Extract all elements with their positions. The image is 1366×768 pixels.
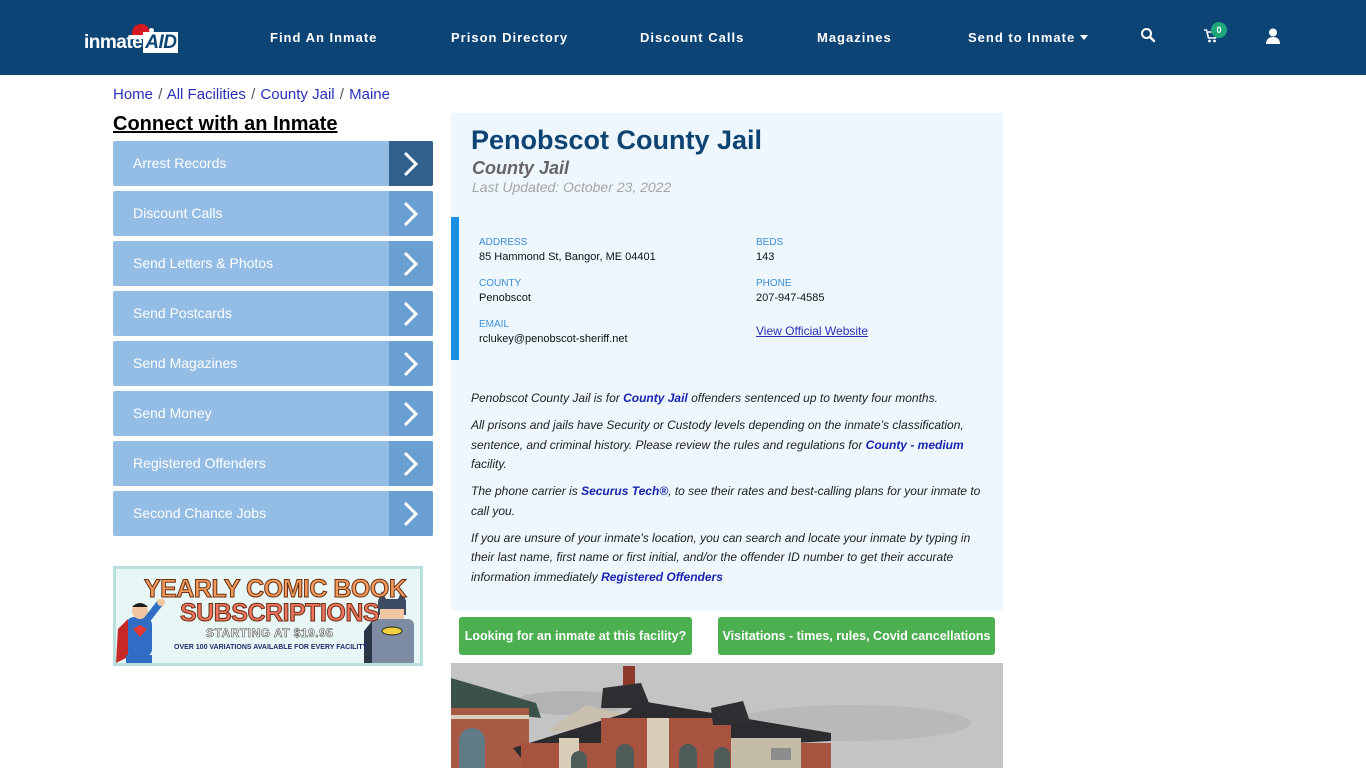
- breadcrumb-home[interactable]: Home: [113, 86, 153, 103]
- official-website-link[interactable]: View Official Website: [756, 324, 868, 338]
- breadcrumb-all-facilities[interactable]: All Facilities: [167, 86, 246, 103]
- sidebar-menu: Arrest Records Discount Calls Send Lette…: [113, 141, 433, 541]
- chevron-right-icon: [389, 241, 433, 286]
- logo-text: inmate AID: [84, 32, 179, 53]
- field-website: View Official Website: [756, 322, 868, 340]
- field-county: COUNTY Penobscot: [479, 278, 531, 304]
- facility-panel: Penobscot County Jail County Jail Last U…: [451, 113, 1003, 610]
- sidebar-item-label: Second Chance Jobs: [133, 505, 267, 521]
- sidebar-item-discount-calls[interactable]: Discount Calls: [113, 191, 433, 236]
- building-illustration: [451, 663, 1003, 768]
- address-label: ADDRESS: [479, 237, 528, 248]
- banner-headline-2: SUBSCRIPTIONS: [179, 599, 380, 628]
- sidebar-item-label: Send Magazines: [133, 355, 238, 371]
- sidebar-item-registered-offenders[interactable]: Registered Offenders: [113, 441, 433, 486]
- description-paragraph: If you are unsure of your inmate's locat…: [471, 530, 971, 584]
- visitations-button[interactable]: Visitations - times, rules, Covid cancel…: [718, 617, 995, 655]
- nav-find-an-inmate[interactable]: Find An Inmate: [270, 30, 377, 45]
- sidebar-item-second-chance-jobs[interactable]: Second Chance Jobs: [113, 491, 433, 536]
- chevron-right-icon: [389, 441, 433, 486]
- chevron-right-icon: [389, 491, 433, 536]
- facility-type: County Jail: [472, 158, 570, 178]
- site-logo[interactable]: inmate AID: [84, 22, 180, 58]
- description-paragraph: All prisons and jails have Security or C…: [471, 418, 964, 471]
- breadcrumb-maine[interactable]: Maine: [349, 86, 390, 103]
- last-updated: Last Updated: October 23, 2022: [472, 179, 672, 195]
- phone-value: 207-947-4585: [756, 292, 825, 304]
- nav-send-to-inmate[interactable]: Send to Inmate: [968, 30, 1089, 45]
- registered-offenders-link[interactable]: Registered Offenders: [601, 570, 723, 584]
- chevron-right-icon: [389, 341, 433, 386]
- top-navbar: inmate AID Find An Inmate Prison Director…: [0, 0, 1366, 75]
- banner-price: STARTING AT $19.95: [206, 626, 334, 641]
- chevron-right-icon: [389, 291, 433, 336]
- find-inmate-at-facility-button[interactable]: Looking for an inmate at this facility?: [459, 617, 692, 655]
- chevron-right-icon: [389, 191, 433, 236]
- address-value: 85 Hammond St, Bangor, ME 04401: [479, 251, 656, 263]
- breadcrumb-county-jail[interactable]: County Jail: [260, 86, 334, 103]
- county-jail-link[interactable]: County Jail: [623, 391, 688, 405]
- sidebar-item-label: Registered Offenders: [133, 455, 266, 471]
- phone-label: PHONE: [756, 278, 792, 289]
- securus-tech-link[interactable]: Securus Tech®: [581, 484, 668, 498]
- beds-label: BEDS: [756, 237, 784, 248]
- facility-info-box: ADDRESS 85 Hammond St, Bangor, ME 04401 …: [451, 217, 1003, 360]
- email-label: EMAIL: [479, 319, 510, 330]
- field-email: EMAIL rclukey@penobscot-sheriff.net: [479, 319, 628, 345]
- nav-discount-calls[interactable]: Discount Calls: [640, 30, 744, 45]
- sidebar-item-send-money[interactable]: Send Money: [113, 391, 433, 436]
- facility-description: Penobscot County Jail is for County Jail…: [471, 389, 981, 595]
- chevron-right-icon: [389, 141, 433, 186]
- email-value[interactable]: rclukey@penobscot-sheriff.net: [479, 333, 628, 345]
- banner-subtext: OVER 100 VARIATIONS AVAILABLE FOR EVERY …: [174, 644, 368, 651]
- sidebar-item-arrest-records[interactable]: Arrest Records: [113, 141, 433, 186]
- comic-subscription-banner[interactable]: YEARLY COMIC BOOK SUBSCRIPTIONS STARTING…: [113, 566, 423, 666]
- chevron-right-icon: [389, 391, 433, 436]
- sidebar-item-send-letters-photos[interactable]: Send Letters & Photos: [113, 241, 433, 286]
- facility-photo: [451, 663, 1003, 768]
- sidebar-item-label: Send Money: [133, 405, 212, 421]
- nav-magazines[interactable]: Magazines: [817, 30, 892, 45]
- cart-count-badge: 0: [1211, 22, 1227, 38]
- field-address: ADDRESS 85 Hammond St, Bangor, ME 04401: [479, 237, 656, 263]
- caret-down-icon: [1080, 35, 1089, 40]
- breadcrumb: Home / All Facilities / County Jail / Ma…: [113, 86, 390, 103]
- nav-prison-directory[interactable]: Prison Directory: [451, 30, 568, 45]
- county-medium-link[interactable]: County - medium: [866, 438, 964, 452]
- county-value: Penobscot: [479, 292, 531, 304]
- beds-value: 143: [756, 251, 775, 263]
- description-paragraph: Penobscot County Jail is for County Jail…: [471, 391, 938, 405]
- user-icon[interactable]: [1266, 28, 1286, 48]
- sidebar-item-label: Arrest Records: [133, 155, 227, 171]
- county-label: COUNTY: [479, 278, 522, 289]
- sidebar-item-label: Send Letters & Photos: [133, 255, 274, 271]
- field-beds: BEDS 143: [756, 237, 783, 263]
- facility-name: Penobscot County Jail: [471, 125, 763, 155]
- superhero-illustration-left: [116, 599, 165, 663]
- description-paragraph: The phone carrier is Securus Tech®, to s…: [471, 484, 981, 518]
- sidebar-item-label: Discount Calls: [133, 205, 223, 221]
- field-phone: PHONE 207-947-4585: [756, 278, 825, 304]
- search-icon[interactable]: [1140, 27, 1160, 47]
- sidebar-item-label: Send Postcards: [133, 305, 232, 321]
- sidebar-item-send-magazines[interactable]: Send Magazines: [113, 341, 433, 386]
- sidebar-title: Connect with an Inmate: [113, 113, 338, 135]
- sidebar-item-send-postcards[interactable]: Send Postcards: [113, 291, 433, 336]
